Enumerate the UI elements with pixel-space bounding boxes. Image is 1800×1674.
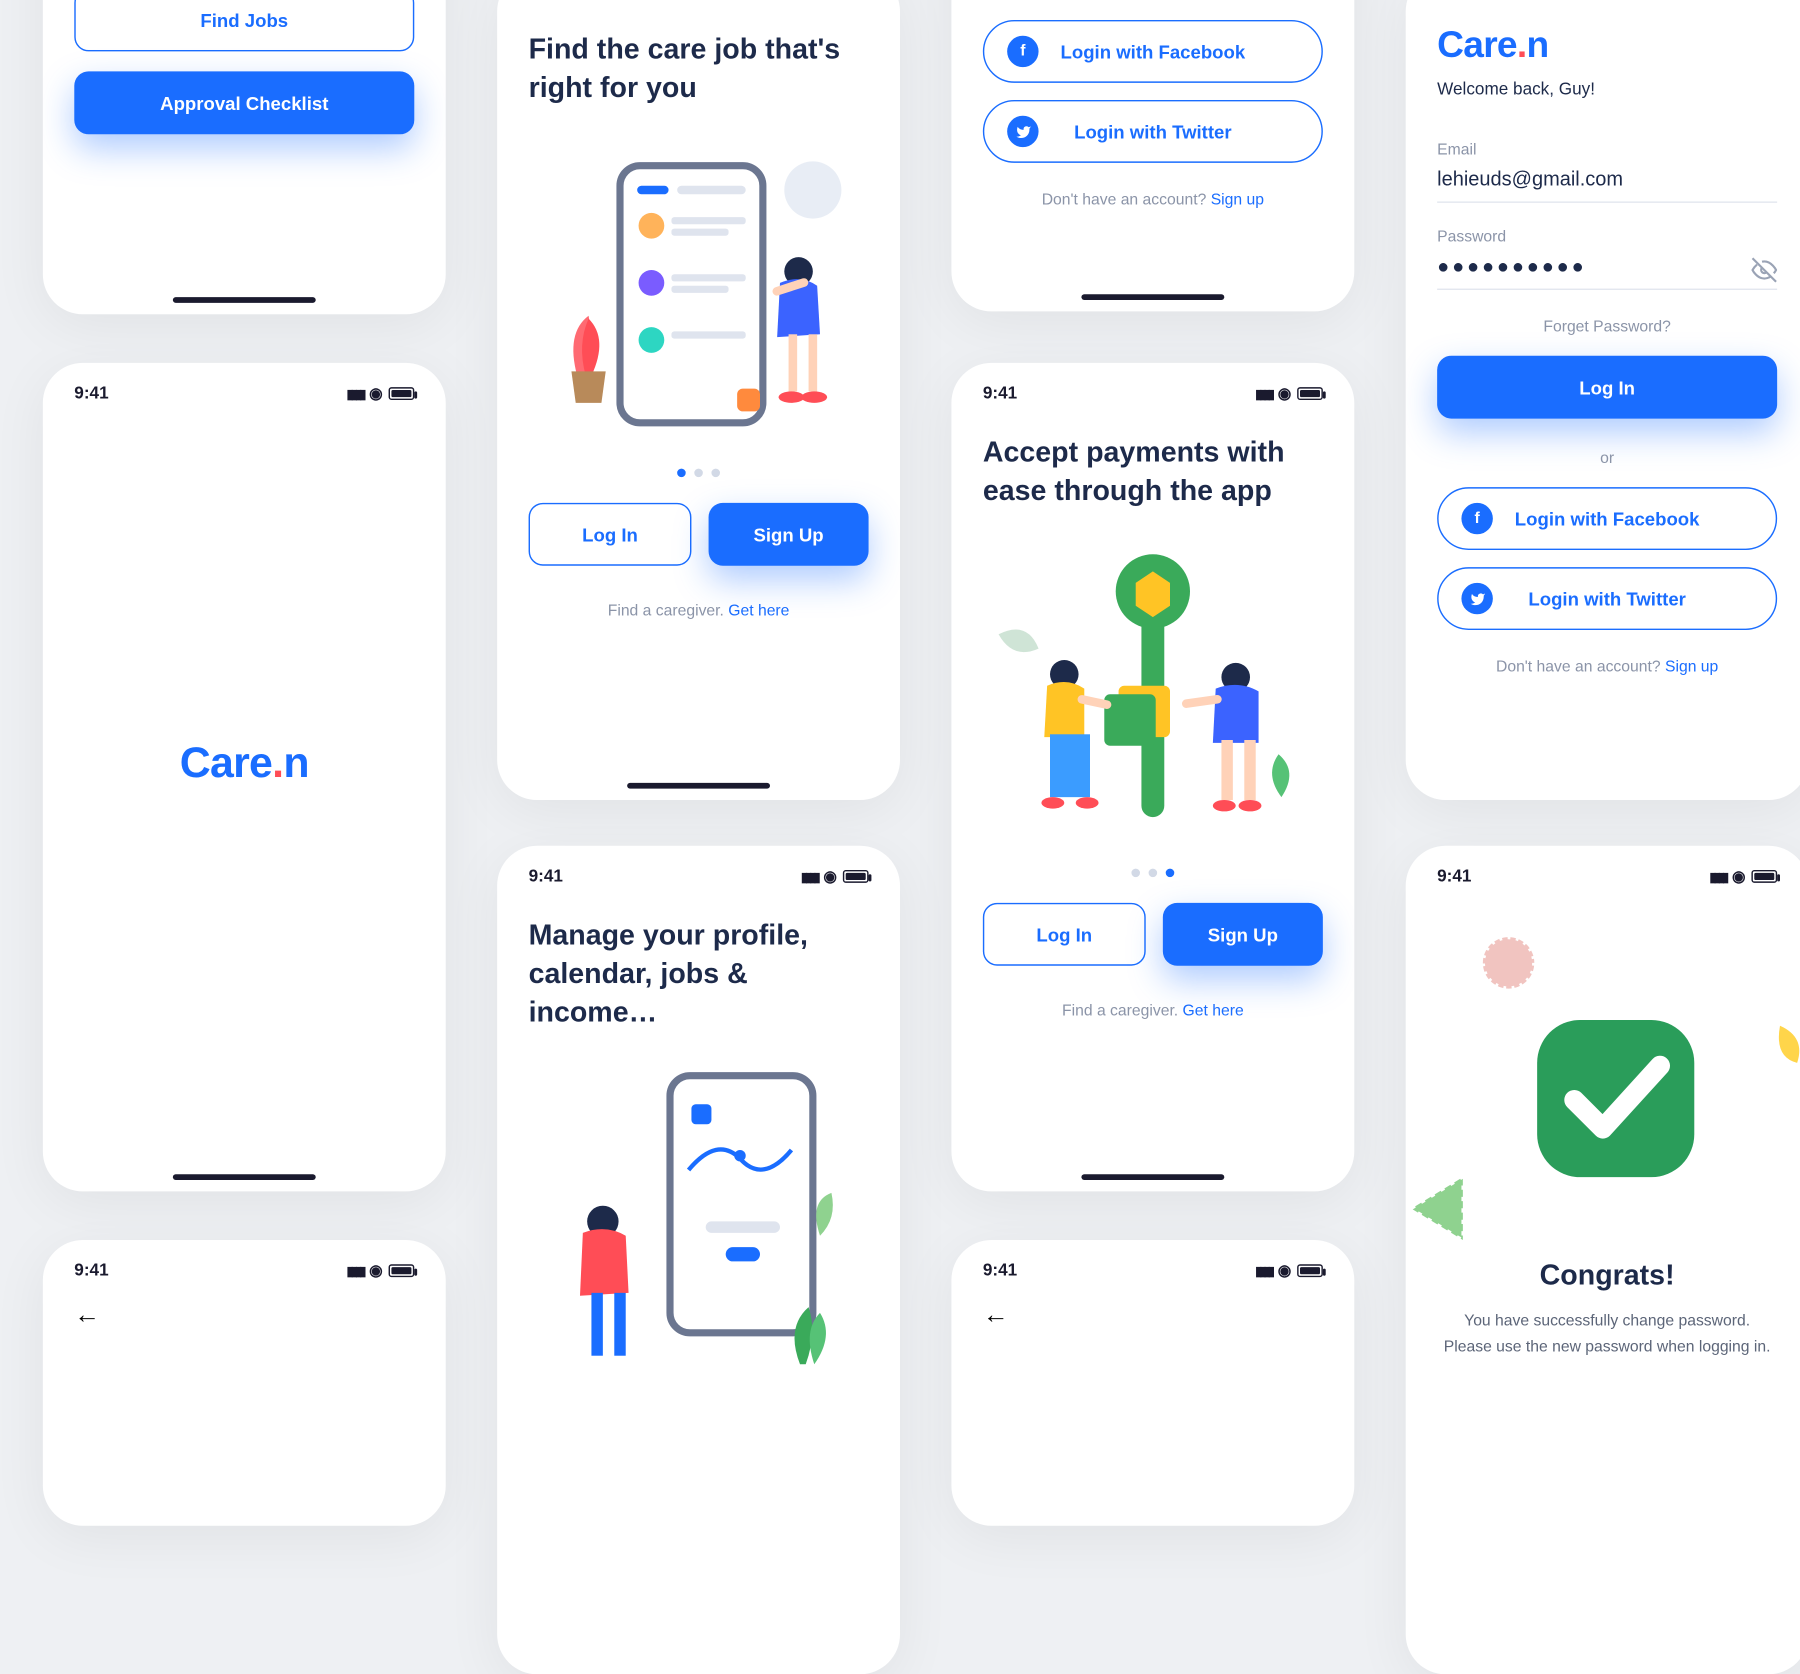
illustration-success (1406, 897, 1800, 1254)
or-divider: or (1437, 450, 1777, 467)
screen-back-partial: 9:41 ← (43, 1240, 446, 1526)
illustration-payments (981, 543, 1324, 854)
twitter-icon (1007, 116, 1038, 147)
facebook-icon: f (1461, 503, 1492, 534)
screen-back-partial-2: 9:41 ← (951, 1240, 1354, 1526)
home-indicator (173, 1174, 316, 1180)
signup-prompt: Don't have an account? Sign up (951, 191, 1354, 208)
status-bar: 9:41 (43, 1240, 446, 1291)
screen-congrats: 9:41 Congrats! You have successfully cha… (1406, 846, 1800, 1674)
status-bar: 9:41 (43, 363, 446, 414)
forgot-password-link[interactable]: Forget Password? (1437, 319, 1777, 336)
login-facebook-button[interactable]: f Login with Facebook (983, 20, 1323, 83)
login-twitter-button[interactable]: Login with Twitter (983, 100, 1323, 163)
status-icons (1255, 1260, 1323, 1280)
congrats-title: Congrats! (1406, 1260, 1800, 1293)
signup-button[interactable]: Sign Up (709, 503, 869, 566)
find-jobs-button[interactable]: Find Jobs (74, 0, 414, 51)
login-button[interactable]: Log In (983, 903, 1146, 966)
home-indicator (627, 783, 770, 789)
brand-logo: Care.n (1437, 23, 1777, 67)
status-icons (347, 383, 415, 403)
onboarding-title: Find the care job that's right for you (497, 11, 900, 128)
status-time: 9:41 (1437, 866, 1471, 886)
status-time: 9:41 (983, 383, 1017, 403)
get-here-link[interactable]: Get here (728, 603, 789, 620)
login-button[interactable]: Log In (529, 503, 692, 566)
back-icon[interactable]: ← (43, 1291, 446, 1338)
login-twitter-button[interactable]: Login with Twitter (1437, 567, 1777, 630)
screen-onboarding-2: 9:41 Manage your profile, calendar, jobs… (497, 846, 900, 1674)
home-indicator (1081, 294, 1224, 300)
screen-login: Care.n Welcome back, Guy! Email lehieuds… (1406, 0, 1800, 800)
login-submit-button[interactable]: Log In (1437, 356, 1777, 419)
brand-logo: Care.n (180, 740, 309, 789)
signup-button[interactable]: Sign Up (1163, 903, 1323, 966)
status-icons (1255, 383, 1323, 403)
screen-jobs-partial: Find Jobs Approval Checklist (43, 0, 446, 314)
page-dots (951, 869, 1354, 878)
eye-off-icon[interactable] (1751, 257, 1777, 290)
approval-checklist-button[interactable]: Approval Checklist (74, 71, 414, 134)
home-indicator (173, 297, 316, 303)
password-label: Password (1437, 229, 1777, 246)
status-bar: 9:41 (497, 846, 900, 897)
status-time: 9:41 (74, 383, 108, 403)
home-indicator (1081, 1174, 1224, 1180)
signup-prompt: Don't have an account? Sign up (1437, 659, 1777, 676)
email-label: Email (1437, 141, 1777, 158)
caregiver-cta: Find a caregiver. Get here (497, 603, 900, 620)
welcome-text: Welcome back, Guy! (1437, 79, 1777, 99)
screen-onboarding-1: Find the care job that's right for you (497, 0, 900, 800)
facebook-icon: f (1007, 36, 1038, 67)
screen-social-partial: or f Login with Facebook Login with Twit… (951, 0, 1354, 311)
status-bar: 9:41 (951, 363, 1354, 414)
caregiver-cta: Find a caregiver. Get here (951, 1003, 1354, 1020)
illustration-manage-profile (534, 1064, 863, 1378)
status-icons (347, 1260, 415, 1280)
screen-onboarding-3: 9:41 Accept payments with ease through t… (951, 363, 1354, 1192)
illustration-find-job (534, 140, 863, 454)
back-icon[interactable]: ← (951, 1291, 1354, 1338)
status-time: 9:41 (529, 866, 563, 886)
get-here-link[interactable]: Get here (1183, 1003, 1244, 1020)
status-bar: 9:41 (1406, 846, 1800, 897)
page-dots (497, 469, 900, 478)
status-time: 9:41 (74, 1260, 108, 1280)
twitter-icon (1461, 583, 1492, 614)
onboarding-title: Accept payments with ease through the ap… (951, 414, 1354, 531)
screen-splash: 9:41 Care.n (43, 363, 446, 1192)
signup-link[interactable]: Sign up (1211, 191, 1264, 208)
password-field[interactable]: ●●●●●●●●●● (1437, 246, 1777, 290)
signup-link[interactable]: Sign up (1665, 659, 1718, 676)
congrats-body-1: You have successfully change password. (1437, 1310, 1777, 1335)
login-facebook-button[interactable]: f Login with Facebook (1437, 487, 1777, 550)
congrats-body-2: Please use the new password when logging… (1437, 1335, 1777, 1360)
email-field[interactable]: lehieuds@gmail.com (1437, 159, 1777, 203)
status-bar: 9:41 (951, 1240, 1354, 1291)
status-icons (801, 866, 869, 886)
status-time: 9:41 (983, 1260, 1017, 1280)
onboarding-title: Manage your profile, calendar, jobs & in… (497, 897, 900, 1053)
status-icons (1709, 866, 1777, 886)
